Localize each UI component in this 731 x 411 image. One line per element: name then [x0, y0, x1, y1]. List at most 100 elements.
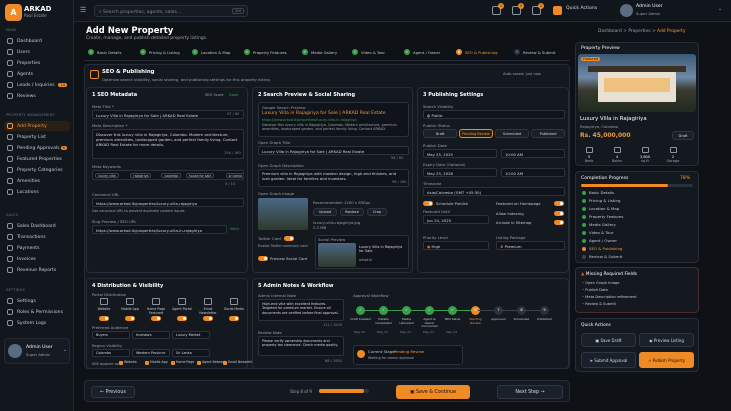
keyword-tag[interactable]: sri lanka [225, 173, 243, 178]
reg-chip[interactable]: Colombo [92, 349, 130, 357]
preview-listing-button[interactable]: ◉ Preview Listing [639, 333, 694, 347]
upload-button[interactable]: Upload [313, 208, 337, 216]
aud-chip[interactable]: Investors [132, 331, 170, 339]
breadcrumb-dashboard[interactable]: Dashboard [598, 29, 622, 34]
wizard-step[interactable]: ✓ Media Gallery [302, 49, 337, 55]
sidebar-item-users[interactable]: Users [4, 47, 70, 57]
review-note-input[interactable]: Please verify ownership documents and pr… [258, 336, 344, 356]
keywords-input[interactable]: luxury villa rajagiriya colombo house for s… [92, 170, 244, 180]
portal-toggle[interactable] [151, 316, 161, 321]
visibility-select[interactable]: ◍ Public [423, 110, 565, 119]
expiry-date-input[interactable]: May 25, 2026 [423, 168, 497, 177]
reg-chip[interactable]: Western Province [132, 349, 170, 357]
keyword-tag[interactable]: rajagiriya [130, 173, 152, 178]
sidebar-item-pending-approvals[interactable]: Pending Approvals 6 [4, 143, 70, 153]
sidebar-item-sales-dashboard[interactable]: Sales Dashboard [4, 221, 70, 231]
sidebar-item-agents[interactable]: Agents [4, 69, 70, 79]
wizard-step[interactable]: ✓ Agent / Owner [404, 49, 440, 55]
wizard-step[interactable]: 9 Review & Submit [514, 49, 555, 55]
sidebar-item-properties[interactable]: Properties [4, 58, 70, 68]
sidebar-item-amenities[interactable]: Amenities [4, 176, 70, 186]
meta-description-input[interactable]: Discover this luxury villa in Rajagiriya… [92, 129, 244, 159]
sidebar-user-card[interactable]: Admin User Super Admin ⌄ [4, 338, 70, 364]
replace-button[interactable]: Replace [340, 208, 364, 216]
sidebar-item-add-property[interactable]: Add Property [4, 121, 70, 131]
sidebar-item-property-list[interactable]: Property List [4, 132, 70, 142]
previous-button[interactable]: ← Previous [91, 386, 135, 398]
featured-until-input[interactable]: Jun 24, 2025 [423, 215, 489, 224]
wizard-step[interactable]: ✓ Property Features [244, 49, 287, 55]
keyword-tag[interactable]: house for sale [185, 173, 215, 178]
sidebar-item-transactions[interactable]: Transactions [4, 232, 70, 242]
sidebar-item-reviews[interactable]: Reviews [4, 91, 70, 101]
internal-note-input[interactable]: High-end villa with excellent features. … [258, 299, 344, 321]
og-title-input[interactable]: Luxury Villa in Rajagiriya for Sale | AR… [258, 146, 409, 155]
timezone-select[interactable]: Asia/Colombo (GMT +05:30) [423, 187, 565, 196]
arrow-right-icon: → [539, 390, 545, 395]
next-step-button[interactable]: Next Step → [497, 385, 563, 399]
portal-toggle[interactable] [177, 316, 187, 321]
sidebar-item-revenue-reports[interactable]: Revenue Reports [4, 265, 70, 275]
status-option[interactable]: Pending Review [459, 129, 493, 138]
allow-indexing-toggle[interactable] [554, 211, 564, 216]
wizard-step[interactable]: ✓ Basic Details [88, 49, 121, 55]
crop-button[interactable]: Crop [367, 208, 387, 216]
meta-title-input[interactable]: Luxury Villa in Rajagiriya for Sale | AR… [92, 110, 244, 119]
slug-input[interactable]: https://www.arkad.lk/properties/luxury-v… [92, 225, 227, 234]
sitemap-toggle[interactable] [554, 220, 564, 225]
portal-toggle[interactable] [229, 316, 239, 321]
expiry-time-input[interactable]: 10:00 AM [501, 168, 565, 177]
sidebar-item-leads-inquiries[interactable]: Leads / Inquiries 24 [4, 80, 70, 90]
sidebar-item-settings[interactable]: Settings [4, 296, 70, 306]
twitter-toggle[interactable] [284, 236, 294, 241]
reg-chip[interactable]: Sri Lanka [172, 349, 210, 357]
aud-chip[interactable]: Buyers [92, 331, 130, 339]
sidebar-item-locations[interactable]: Locations [4, 187, 70, 197]
wizard-step[interactable]: 8 SEO & Publishing [456, 49, 498, 55]
schedule-toggle[interactable] [423, 201, 433, 206]
aud-chip[interactable]: Luxury Market [172, 331, 210, 339]
save-continue-button[interactable]: ▣ Save & Continue [396, 385, 470, 399]
sidebar-item-roles-permissions[interactable]: Roles & Permissions [4, 307, 70, 317]
missing-item[interactable]: • Publish Date [582, 288, 608, 292]
preview-social-toggle[interactable] [258, 256, 268, 261]
portal-toggle[interactable] [99, 316, 109, 321]
status-option[interactable]: Published [531, 129, 565, 138]
missing-item[interactable]: • Meta Description refinement [582, 295, 637, 299]
search-input[interactable]: ⌕ Search properties, agents, sales... Ct… [94, 5, 248, 17]
save-draft-button[interactable]: ▣ Save Draft [581, 333, 636, 347]
quick-actions-button[interactable]: Quick Actions [566, 6, 597, 11]
status-option[interactable]: Draft [423, 129, 457, 138]
sidebar-item-payments[interactable]: Payments [4, 243, 70, 253]
missing-item[interactable]: • Open Graph Image [582, 281, 619, 285]
package-select[interactable]: ♛ Premium [496, 241, 565, 250]
brand-tagline: Real Estate [24, 13, 47, 18]
publish-time-input[interactable]: 10:00 AM [501, 149, 565, 158]
wizard-step[interactable]: ✓ Pricing & Listing [140, 49, 180, 55]
sidebar-item-property-categories[interactable]: Property Categories [4, 165, 70, 175]
menu-icon[interactable]: ☰ [80, 6, 86, 14]
portal-toggle[interactable] [125, 316, 135, 321]
wizard-step[interactable]: ✓ Location & Map [192, 49, 230, 55]
chevron-down-icon[interactable]: ⌄ [718, 6, 722, 12]
sidebar-item-invoices[interactable]: Invoices [4, 254, 70, 264]
og-description-input[interactable]: Premium villa in Rajagiriya with modern … [258, 169, 409, 187]
canonical-input[interactable]: https://www.arkad.lk/properties/luxury-v… [92, 198, 244, 207]
publish-date-input[interactable]: May 25, 2025 [423, 149, 497, 158]
featured-home-toggle[interactable] [554, 201, 564, 206]
sidebar-item-system-logs[interactable]: System Logs [4, 318, 70, 328]
missing-item[interactable]: • Review & Submit [582, 302, 616, 306]
priority-select[interactable]: ● High [423, 241, 489, 250]
sidebar-item-featured-properties[interactable]: Featured Properties [4, 154, 70, 164]
status-option[interactable]: Scheduled [495, 129, 529, 138]
portal-toggle[interactable] [203, 316, 213, 321]
feature-label: Beds [584, 159, 594, 163]
avatar[interactable] [620, 4, 633, 17]
publish-property-button[interactable]: ➚ Publish Property [639, 352, 694, 368]
keyword-tag[interactable]: luxury villa [95, 173, 119, 178]
keyword-tag[interactable]: colombo [161, 173, 182, 178]
breadcrumb-properties[interactable]: Properties [628, 29, 650, 34]
submit-approval-button[interactable]: ➤ Submit Approval [581, 352, 636, 368]
wizard-step[interactable]: ✓ Video & Tour [352, 49, 385, 55]
sidebar-item-dashboard[interactable]: Dashboard [4, 36, 70, 46]
